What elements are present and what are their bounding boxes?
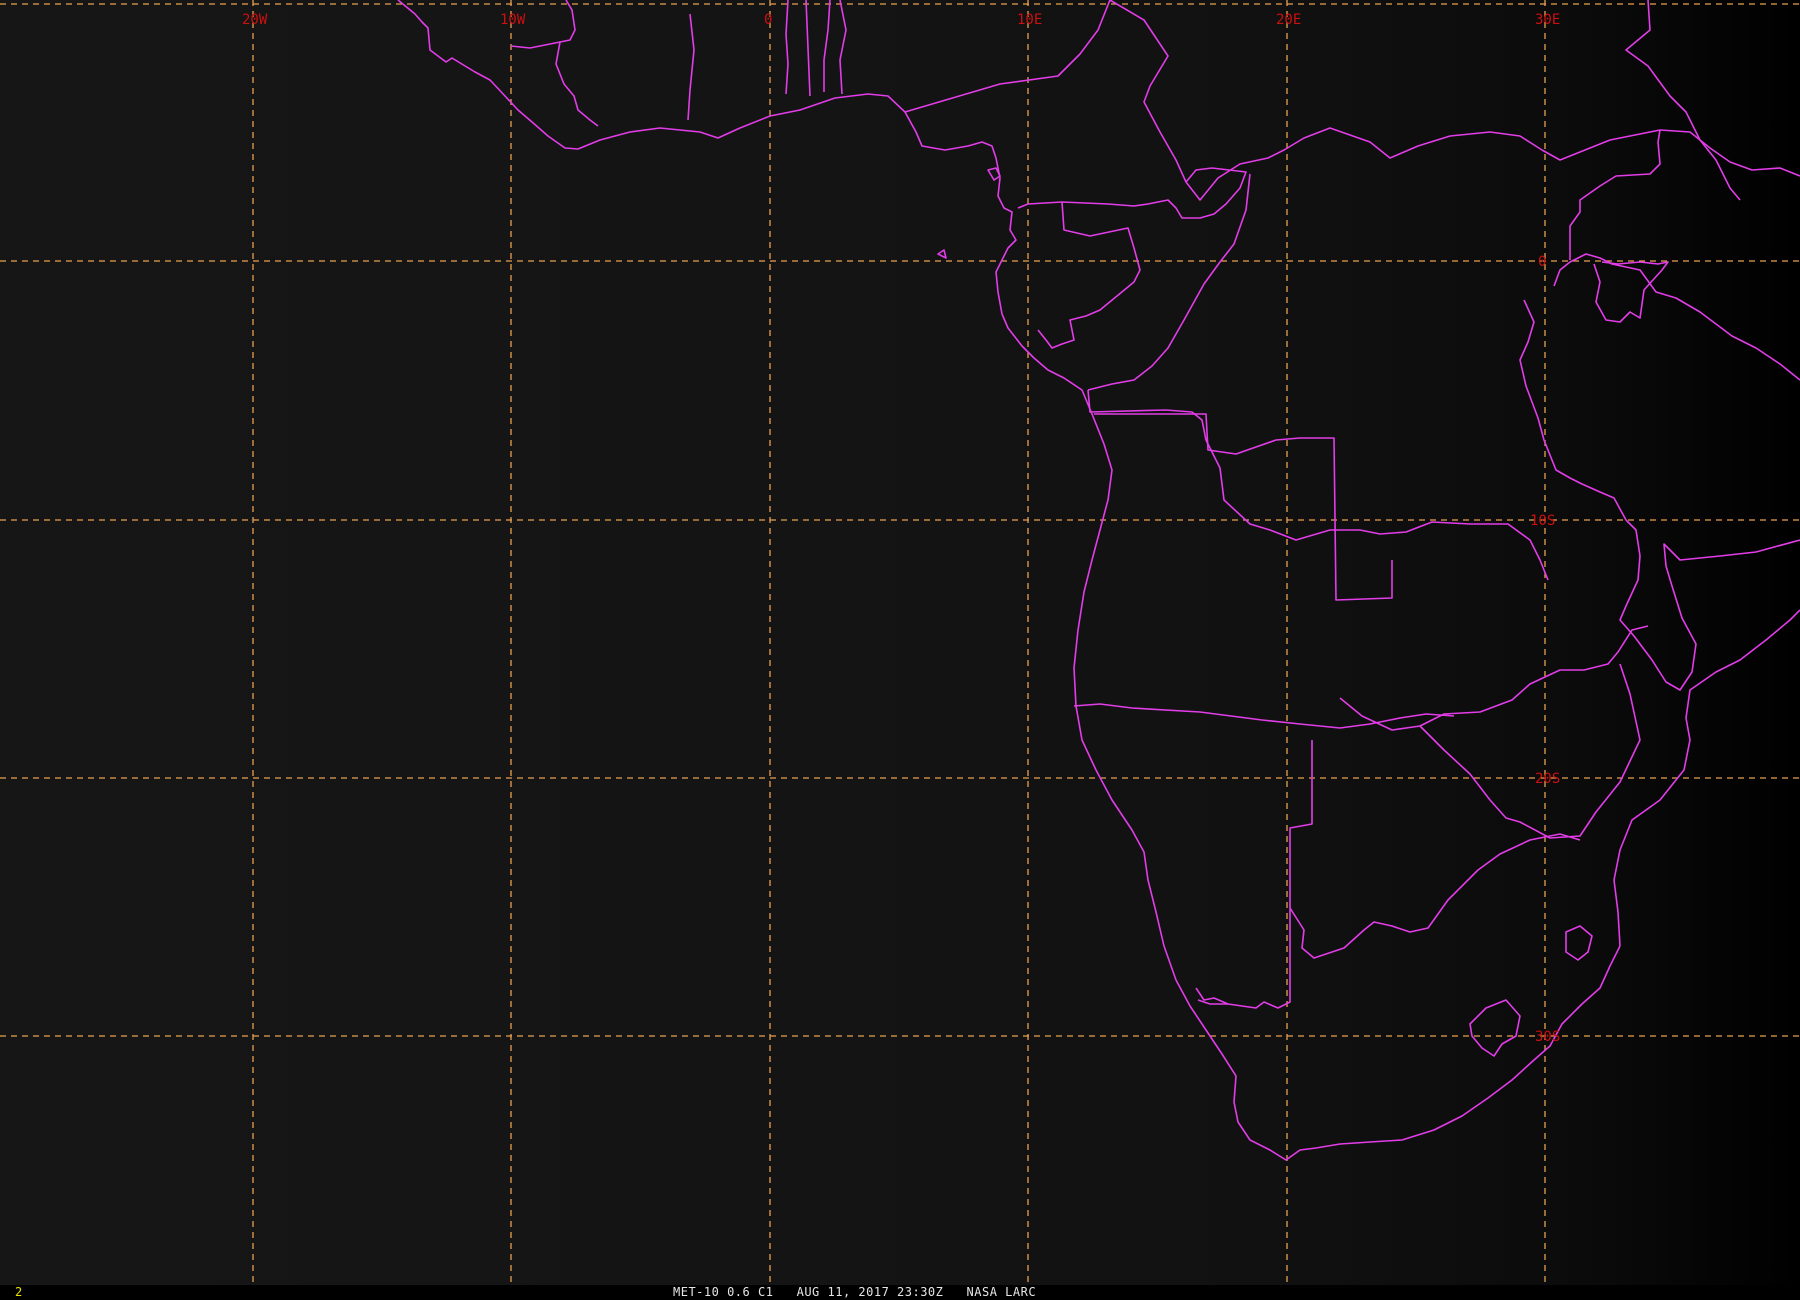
lon-label-10w: 10W xyxy=(500,12,526,28)
graticule xyxy=(0,0,1800,1285)
lat-label-0: 0 xyxy=(1538,254,1546,270)
border-congo-drc xyxy=(1087,173,1251,391)
border-east-africa-north xyxy=(1553,253,1800,381)
border-gabon-congo xyxy=(1037,201,1141,349)
border-central-africa xyxy=(1017,167,1247,219)
island-sao-tome xyxy=(937,249,947,259)
lon-label-30e: 30E xyxy=(1535,12,1560,28)
border-lesotho xyxy=(1469,999,1521,1057)
border-zambia-zimbabwe xyxy=(1339,625,1649,731)
lat-label-20s: 20S xyxy=(1535,771,1560,787)
border-eswatini xyxy=(1565,925,1593,961)
longitude-labels: 20W 10W 0 10E 20E 30E xyxy=(242,12,1560,28)
border-lake-tanganyika xyxy=(1519,299,1627,521)
border-nigeria-cameroon xyxy=(904,0,1111,113)
border-uganda-kenya xyxy=(1569,129,1661,260)
lat-label-10s: 10S xyxy=(1530,513,1555,529)
lon-label-20w: 20W xyxy=(242,12,268,28)
border-sahel-east xyxy=(1109,0,1661,201)
border-angola-zambia xyxy=(1094,413,1393,601)
border-west-africa-inland xyxy=(510,0,847,127)
lon-label-0: 0 xyxy=(764,12,772,28)
border-angola-drc xyxy=(1087,389,1549,581)
border-botswana-sa xyxy=(1289,833,1581,959)
border-zimbabwe-mozambique xyxy=(1419,663,1641,839)
lat-label-30s: 30S xyxy=(1535,1029,1560,1045)
border-northeast xyxy=(1625,0,1741,201)
border-horn xyxy=(1659,129,1800,177)
border-angola-namibia xyxy=(1073,703,1455,729)
border-namibia-botswana xyxy=(1195,740,1313,1009)
map-canvas: 20W 10W 0 10E 20E 30E 0 10S 20S 30S xyxy=(0,0,1800,1285)
satellite-image-viewer: 20W 10W 0 10E 20E 30E 0 10S 20S 30S 2 ME… xyxy=(0,0,1800,1300)
image-caption: MET-10 0.6 C1 AUG 11, 2017 23:30Z NASA L… xyxy=(673,1285,1037,1299)
image-caption-bar: 2 MET-10 0.6 C1 AUG 11, 2017 23:30Z NASA… xyxy=(0,1285,1800,1300)
border-malawi-tanzania xyxy=(1619,519,1800,691)
country-borders xyxy=(397,0,1800,1161)
coastline-west-africa xyxy=(397,0,1621,1161)
lon-label-20e: 20E xyxy=(1276,12,1301,28)
lon-label-10e: 10E xyxy=(1017,12,1042,28)
frame-number: 2 xyxy=(15,1285,23,1299)
